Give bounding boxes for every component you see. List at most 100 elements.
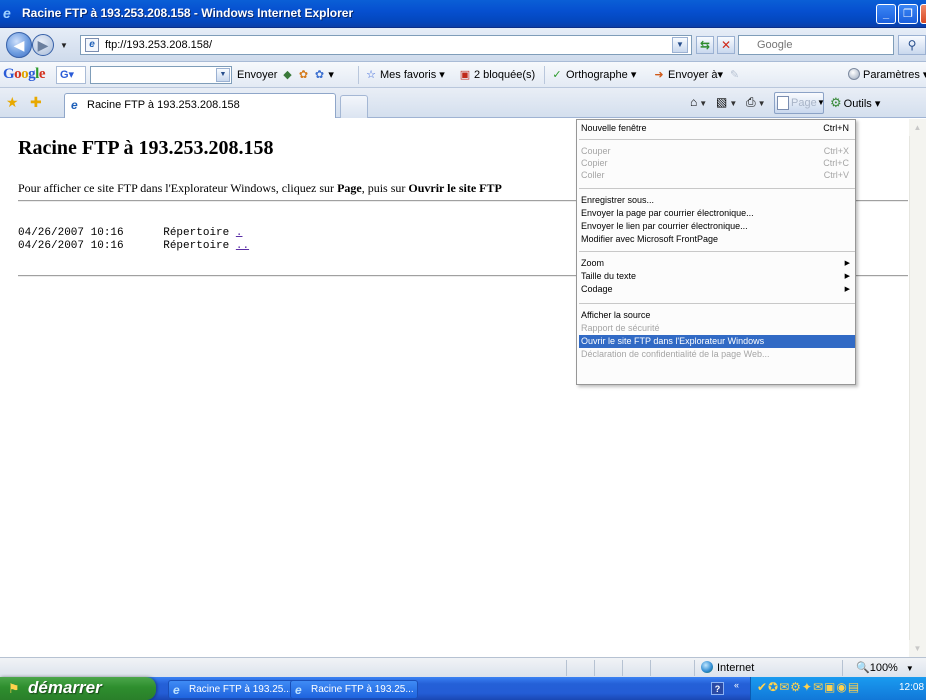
status-cell — [650, 660, 651, 676]
orthographe-button[interactable]: ✓ Orthographe ▾ — [550, 68, 636, 81]
envoyer-a-button[interactable]: ➜ Envoyer à▾ — [652, 68, 723, 81]
new-tab-button[interactable] — [340, 95, 368, 118]
status-cell — [694, 660, 695, 676]
search-field[interactable] — [738, 35, 894, 55]
menu-item-nouvelle-fenetre[interactable]: Nouvelle fenêtre Ctrl+N — [579, 122, 855, 135]
menu-item-coller: Coller Ctrl+V — [581, 170, 849, 180]
page-icon — [777, 96, 789, 110]
menu-item-envoyer-page[interactable]: Envoyer la page par courrier électroniqu… — [579, 207, 855, 220]
address-bar: ◀ ▶ ▼ e ftp://193.253.208.158/ ▼ ⇆ ✕ ⚲ — [0, 28, 926, 62]
feeds-button[interactable]: ▧ ▼ — [716, 95, 737, 109]
title-bar: e Racine FTP à 193.253.208.158 - Windows… — [0, 0, 926, 28]
windows-flag-icon: ⚑ — [8, 681, 20, 696]
status-cell — [622, 660, 623, 676]
print-button[interactable]: ⎙ ▼ — [746, 95, 766, 110]
ie-logo-icon: e — [3, 5, 11, 21]
add-favorite-icon[interactable]: ✚ — [30, 94, 42, 111]
forward-button[interactable]: ▶ — [32, 34, 54, 56]
status-bar: Internet 🔍100% ▼ — [0, 657, 926, 677]
security-zone[interactable]: Internet — [701, 661, 754, 674]
status-cell — [594, 660, 595, 676]
menu-item-zoom[interactable]: Zoom ▶ — [579, 257, 855, 270]
close-button[interactable]: X — [920, 4, 926, 24]
menu-separator — [579, 188, 855, 189]
envoyer-button[interactable]: Envoyer ◆ ✿ ✿ ▾ — [237, 68, 334, 81]
url-text: ftp://193.253.208.158/ — [105, 39, 213, 51]
tray-icons[interactable]: ✔✪✉⚙✦✉▣◉▤ — [757, 680, 860, 694]
menu-item-envoyer-lien[interactable]: Envoyer le lien par courrier électroniqu… — [579, 220, 855, 233]
google-menu-button[interactable]: G▾ — [56, 66, 86, 84]
search-input[interactable] — [739, 36, 893, 54]
tabs-bar: ★ ✚ e Racine FTP à 193.253.208.158 ⌂ ▼ ▧ ▼… — [0, 88, 926, 118]
menu-item-ouvrir-ftp-explorateur[interactable]: Ouvrir le site FTP dans l'Explorateur Wi… — [579, 335, 855, 348]
chevron-down-icon[interactable]: ▼ — [216, 68, 230, 82]
list-item: 04/26/2007 10:16 Répertoire . — [18, 227, 243, 239]
popup-blocker-button[interactable]: ▣ 2 bloquée(s) — [458, 68, 535, 81]
page-menu-button[interactable]: Page ▼ — [774, 92, 825, 114]
refresh-button[interactable]: ⇆ — [696, 36, 714, 54]
list-item: 04/26/2007 10:16 Répertoire .. — [18, 240, 250, 252]
ftp-listing: 04/26/2007 10:16 Répertoire . 04/26/2007… — [18, 227, 249, 253]
page-dropdown-menu: Nouvelle fenêtre Ctrl+N Couper Ctrl+X Copi… — [576, 119, 856, 385]
maximize-button[interactable]: ❐ — [898, 4, 918, 24]
url-field[interactable]: e ftp://193.253.208.158/ — [80, 35, 692, 55]
home-button[interactable]: ⌂ ▼ — [690, 95, 707, 109]
tab-active[interactable]: e Racine FTP à 193.253.208.158 — [64, 93, 336, 118]
taskbar: ⚑ démarrer e Racine FTP à 193.25... e Raci… — [0, 677, 926, 700]
history-dropdown-icon[interactable]: ▼ — [60, 41, 68, 50]
tab-label: Racine FTP à 193.253.208.158 — [87, 99, 240, 111]
google-toolbar: Google G▾ ▼ Envoyer ◆ ✿ ✿ ▾ ☆ Mes favoris ▾ … — [0, 62, 926, 88]
status-cell — [566, 660, 567, 676]
url-dropdown-button[interactable]: ▼ — [672, 37, 688, 53]
menu-item-taille-texte[interactable]: Taille du texte ▶ — [579, 270, 855, 283]
status-cell — [842, 660, 843, 676]
help-icon[interactable]: ? — [711, 682, 724, 695]
mes-favoris-button[interactable]: ☆ Mes favoris ▾ — [364, 68, 445, 81]
minimize-button[interactable]: _ — [876, 4, 896, 24]
outils-menu-button[interactable]: ⚙ Outils ▾ — [830, 95, 880, 111]
gear-icon: ⚙ — [830, 95, 842, 110]
google-logo[interactable]: Google — [3, 66, 46, 83]
chevron-down-icon: ▼ — [817, 98, 825, 107]
submenu-arrow-icon: ▶ — [844, 286, 850, 293]
toolbar-separator — [544, 66, 545, 84]
directory-link-current[interactable]: . — [236, 227, 243, 239]
back-button[interactable]: ◀ — [6, 32, 32, 58]
ie-tab-icon: e — [71, 98, 78, 112]
menu-item-codage[interactable]: Codage ▶ — [579, 283, 855, 296]
submenu-arrow-icon: ▶ — [844, 273, 850, 280]
search-icon[interactable]: ⚲ — [898, 35, 926, 55]
window-title: Racine FTP à 193.253.208.158 - Windows I… — [22, 6, 354, 20]
page-title: Racine FTP à 193.253.208.158 — [18, 137, 274, 159]
vertical-scrollbar[interactable] — [909, 119, 926, 657]
menu-item-frontpage[interactable]: Modifier avec Microsoft FrontPage — [579, 233, 855, 246]
menu-separator — [579, 139, 855, 140]
taskbar-item-ie-1[interactable]: e Racine FTP à 193.25... — [168, 680, 296, 699]
submenu-arrow-icon: ▶ — [844, 260, 850, 267]
stop-button[interactable]: ✕ — [717, 36, 735, 54]
ie-icon: e — [173, 683, 180, 697]
zoom-control[interactable]: 🔍100% ▼ — [856, 661, 914, 674]
parametres-button[interactable]: Paramètres ▾ — [848, 68, 926, 81]
toolbar-separator — [358, 66, 359, 84]
menu-item-afficher-source[interactable]: Afficher la source — [579, 309, 855, 322]
menu-separator — [579, 303, 855, 304]
menu-item-declaration-confidentialite: Déclaration de confidentialité de la pag… — [581, 349, 770, 359]
ftp-instruction: Pour afficher ce site FTP dans l'Explora… — [18, 181, 502, 195]
tray-expand-icon[interactable]: « — [734, 680, 739, 690]
google-search-input[interactable]: ▼ — [90, 66, 232, 84]
favorites-star-icon[interactable]: ★ — [6, 94, 19, 111]
highlighter-icon[interactable]: ✎ — [730, 68, 739, 81]
clock[interactable]: 12:08 — [899, 682, 924, 693]
menu-item-rapport-securite: Rapport de sécurité — [581, 323, 660, 333]
scroll-up-button[interactable]: ▲ — [909, 119, 926, 136]
ie-icon: e — [295, 683, 302, 697]
scroll-down-button[interactable]: ▼ — [909, 640, 926, 657]
page-icon: e — [85, 38, 99, 52]
start-button[interactable]: ⚑ démarrer — [0, 677, 156, 700]
directory-link-parent[interactable]: .. — [236, 240, 249, 252]
menu-item-enregistrer-sous[interactable]: Enregistrer sous... — [579, 194, 855, 207]
menu-separator — [579, 251, 855, 252]
taskbar-item-ie-2[interactable]: e Racine FTP à 193.25... — [290, 680, 418, 699]
system-tray: ✔✪✉⚙✦✉▣◉▤ 12:08 — [750, 677, 926, 700]
